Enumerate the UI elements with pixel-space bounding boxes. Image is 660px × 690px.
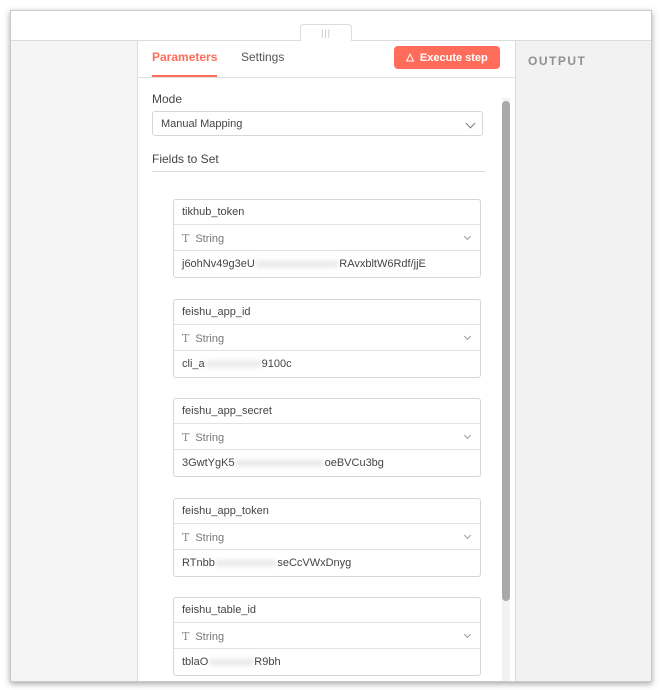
- chevron-down-icon: [463, 431, 472, 440]
- scrollbar-thumb[interactable]: [502, 101, 510, 601]
- chevron-down-icon: [465, 118, 476, 129]
- execute-step-button[interactable]: △ Execute step: [394, 46, 500, 69]
- value-visible-start: 3GwtYgK5: [182, 457, 235, 469]
- fields-to-set-label: Fields to Set: [152, 152, 219, 166]
- divider: [152, 171, 485, 172]
- input-panel: [11, 41, 138, 681]
- tab-settings[interactable]: Settings: [241, 41, 284, 75]
- field-value-input[interactable]: 3GwtYgK5xxxxxxxxxxxxxxxxoeBVCu3bg: [174, 451, 480, 476]
- parameters-panel: Parameters Settings △ Execute step Mode …: [138, 41, 515, 681]
- field-type-label: String: [195, 333, 225, 345]
- value-visible-end: RAvxbltW6Rdf/jjE: [339, 258, 426, 270]
- value-visible-end: oeBVCu3bg: [324, 457, 384, 469]
- value-visible-start: tblaO: [182, 656, 209, 668]
- text-type-icon: T: [182, 332, 190, 345]
- execute-step-label: Execute step: [419, 51, 488, 64]
- chevron-down-icon: [463, 232, 472, 241]
- value-redacted: xxxxxxxxxx: [205, 358, 261, 370]
- field-type-select[interactable]: T String: [174, 226, 480, 251]
- value-redacted: xxxxxxxxxxx: [215, 557, 277, 569]
- field-type-label: String: [195, 631, 225, 643]
- chevron-down-icon: [463, 531, 472, 540]
- drag-handle[interactable]: |||: [300, 24, 352, 41]
- field-card: feishu_app_id T String cli_axxxxxxxxxx910…: [173, 299, 481, 378]
- text-type-icon: T: [182, 630, 190, 643]
- field-type-label: String: [195, 532, 225, 544]
- field-card: feishu_app_token T String RTnbbxxxxxxxxxx…: [173, 498, 481, 577]
- mode-label: Mode: [152, 92, 183, 106]
- field-value-input[interactable]: j6ohNv49g3eUxxxxxxxxxxxxxxxRAvxbltW6Rdf/…: [174, 252, 480, 277]
- value-visible-end: R9bh: [254, 656, 281, 668]
- field-value-input[interactable]: RTnbbxxxxxxxxxxxseCcVWxDnyg: [174, 551, 480, 576]
- field-type-label: String: [195, 233, 225, 245]
- value-visible-end: seCcVWxDnyg: [277, 557, 352, 569]
- field-card: tikhub_token T String j6ohNv49g3eUxxxxxxx…: [173, 199, 481, 278]
- field-value-input[interactable]: tblaOxxxxxxxxR9bh: [174, 650, 480, 675]
- mode-select-value: Manual Mapping: [161, 118, 243, 130]
- field-card: feishu_app_secret T String 3GwtYgK5xxxxxx…: [173, 398, 481, 477]
- text-type-icon: T: [182, 431, 190, 444]
- value-visible-start: RTnbb: [182, 557, 215, 569]
- chevron-down-icon: [463, 630, 472, 639]
- output-panel: OUTPUT: [515, 41, 651, 681]
- tab-bar: Parameters Settings △ Execute step: [138, 41, 515, 78]
- value-redacted: xxxxxxxxxxxxxxx: [255, 258, 339, 270]
- text-type-icon: T: [182, 531, 190, 544]
- field-type-select[interactable]: T String: [174, 624, 480, 649]
- field-name-input[interactable]: feishu_app_secret: [174, 399, 480, 424]
- field-name-input[interactable]: tikhub_token: [174, 200, 480, 225]
- value-redacted: xxxxxxxx: [209, 656, 254, 668]
- field-type-select[interactable]: T String: [174, 525, 480, 550]
- text-type-icon: T: [182, 232, 190, 245]
- value-visible-start: j6ohNv49g3eU: [182, 258, 255, 270]
- field-name-input[interactable]: feishu_table_id: [174, 598, 480, 623]
- value-visible-end: 9100c: [261, 358, 292, 370]
- tab-parameters[interactable]: Parameters: [152, 41, 218, 77]
- flask-icon: △: [406, 52, 414, 63]
- field-value-input[interactable]: cli_axxxxxxxxxx9100c: [174, 352, 480, 377]
- field-type-select[interactable]: T String: [174, 425, 480, 450]
- value-redacted: xxxxxxxxxxxxxxxx: [235, 457, 324, 469]
- value-visible-start: cli_a: [182, 358, 205, 370]
- mode-select[interactable]: Manual Mapping: [152, 111, 483, 136]
- field-type-select[interactable]: T String: [174, 326, 480, 351]
- chevron-down-icon: [463, 332, 472, 341]
- top-bar: |||: [11, 11, 651, 41]
- node-editor-window: ||| Parameters Settings △ Execute step M…: [10, 10, 652, 682]
- parameters-content: Mode Manual Mapping Fields to Set tikhub…: [138, 78, 515, 681]
- output-title: OUTPUT: [528, 54, 587, 68]
- field-name-input[interactable]: feishu_app_id: [174, 300, 480, 325]
- field-type-label: String: [195, 432, 225, 444]
- field-name-input[interactable]: feishu_app_token: [174, 499, 480, 524]
- field-card: feishu_table_id T String tblaOxxxxxxxxR9b…: [173, 597, 481, 676]
